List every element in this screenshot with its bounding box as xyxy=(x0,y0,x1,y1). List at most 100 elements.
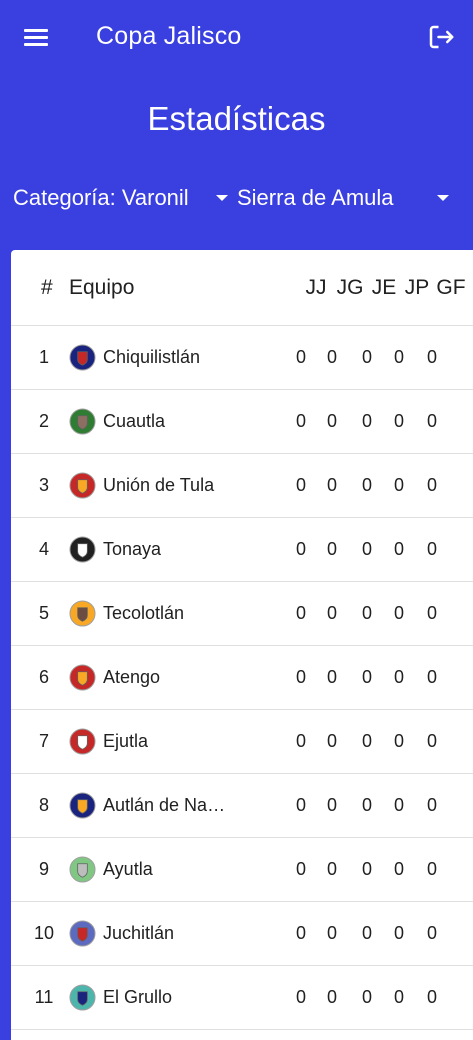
team-name: Chiquilistlán xyxy=(103,347,201,367)
stat-jj: 0 xyxy=(295,475,306,495)
table-row[interactable]: 10 Juchitlán 0 0 0 0 0 xyxy=(11,902,473,966)
filters-bar: Categoría: Varonil Sierra de Amula xyxy=(0,178,473,218)
stat-jg: 0 xyxy=(326,795,337,815)
stat-jj: 0 xyxy=(295,923,306,943)
stat-je: 0 xyxy=(361,987,372,1007)
table-row[interactable]: 1 Chiquilistlán 0 0 0 0 0 xyxy=(11,326,473,390)
row-position: 6 xyxy=(38,667,49,687)
stat-gf: 0 xyxy=(426,475,437,495)
stat-je: 0 xyxy=(361,411,372,431)
stat-gf: 0 xyxy=(426,539,437,559)
stat-jp: 0 xyxy=(393,795,404,815)
stat-je: 0 xyxy=(361,603,372,623)
page-title: Estadísticas xyxy=(147,100,326,137)
stat-jp: 0 xyxy=(393,411,404,431)
table-row[interactable]: 3 Unión de Tula 0 0 0 0 0 xyxy=(11,454,473,518)
stat-jj: 0 xyxy=(295,539,306,559)
row-position: 8 xyxy=(38,795,49,815)
region-value: Sierra de Amula xyxy=(237,185,394,210)
stat-gf: 0 xyxy=(426,667,437,687)
stats-table-card: # Equipo JJ JG JE JP GF 1 Chiquilistlán 0 0… xyxy=(11,250,473,1040)
stat-je: 0 xyxy=(361,475,372,495)
team-crest-icon xyxy=(69,728,96,755)
team-crest-icon xyxy=(69,536,96,563)
row-position: 1 xyxy=(38,347,49,367)
stat-jg: 0 xyxy=(326,603,337,623)
row-position: 11 xyxy=(34,987,54,1007)
stat-jg: 0 xyxy=(326,667,337,687)
stat-jp: 0 xyxy=(393,475,404,495)
table-row[interactable]: 11 El Grullo 0 0 0 0 0 xyxy=(11,966,473,1030)
stat-jg: 0 xyxy=(326,987,337,1007)
stat-jp: 0 xyxy=(393,859,404,879)
stat-je: 0 xyxy=(361,667,372,687)
team-name: Ejutla xyxy=(103,731,149,751)
stat-je: 0 xyxy=(361,923,372,943)
stat-jj: 0 xyxy=(295,411,306,431)
logout-icon xyxy=(429,25,454,49)
stat-jg: 0 xyxy=(326,731,337,751)
stat-gf: 0 xyxy=(426,411,437,431)
table-row[interactable]: 2 Cuautla 0 0 0 0 0 xyxy=(11,390,473,454)
stat-jg: 0 xyxy=(326,923,337,943)
team-name: Ayutla xyxy=(103,859,153,879)
team-name: Juchitlán xyxy=(103,923,175,943)
stat-jp: 0 xyxy=(393,987,404,1007)
stat-jg: 0 xyxy=(326,539,337,559)
stat-gf: 0 xyxy=(426,795,437,815)
stat-gf: 0 xyxy=(426,731,437,751)
table-row[interactable]: 6 Atengo 0 0 0 0 0 xyxy=(11,646,473,710)
table-row[interactable]: 7 Ejutla 0 0 0 0 0 xyxy=(11,710,473,774)
stat-jj: 0 xyxy=(295,347,306,367)
row-position: 10 xyxy=(33,923,55,943)
stat-jj: 0 xyxy=(295,859,306,879)
team-name: Autlán de Na… xyxy=(103,795,226,815)
category-dropdown[interactable]: Categoría: Varonil xyxy=(13,178,235,218)
stat-jp: 0 xyxy=(393,667,404,687)
team-name: Cuautla xyxy=(103,411,166,431)
team-name: Atengo xyxy=(103,667,161,687)
stat-jj: 0 xyxy=(295,987,306,1007)
team-crest-icon xyxy=(69,920,96,947)
app-bar: Copa Jalisco xyxy=(0,0,473,76)
team-crest-icon xyxy=(69,856,96,883)
table-row[interactable]: 4 Tonaya 0 0 0 0 0 xyxy=(11,518,473,582)
stat-jj: 0 xyxy=(295,795,306,815)
table-row[interactable]: 8 Autlán de Na… 0 0 0 0 0 xyxy=(11,774,473,838)
stat-je: 0 xyxy=(361,731,372,751)
stat-je: 0 xyxy=(361,539,372,559)
stat-gf: 0 xyxy=(426,347,437,367)
stat-jj: 0 xyxy=(295,667,306,687)
arrow-drop-down-icon xyxy=(437,195,449,201)
row-position: 3 xyxy=(38,475,49,495)
menu-button[interactable] xyxy=(22,24,52,52)
stat-jp: 0 xyxy=(393,923,404,943)
stat-jj: 0 xyxy=(295,603,306,623)
stat-jp: 0 xyxy=(393,539,404,559)
table-row[interactable]: 5 Tecolotlán 0 0 0 0 0 xyxy=(11,582,473,646)
team-crest-icon xyxy=(69,600,96,627)
team-crest-icon xyxy=(69,984,96,1011)
row-position: 2 xyxy=(38,411,49,431)
stat-je: 0 xyxy=(361,347,372,367)
stat-gf: 0 xyxy=(426,923,437,943)
stat-gf: 0 xyxy=(426,987,437,1007)
team-name: Tonaya xyxy=(103,539,162,559)
row-position: 4 xyxy=(38,539,49,559)
stat-jg: 0 xyxy=(326,859,337,879)
menu-icon xyxy=(24,29,48,32)
row-position: 7 xyxy=(38,731,49,751)
header-position: # xyxy=(41,276,53,299)
stat-je: 0 xyxy=(361,795,372,815)
stat-jj: 0 xyxy=(295,731,306,751)
table-row[interactable]: 9 Ayutla 0 0 0 0 0 xyxy=(11,838,473,902)
stat-gf: 0 xyxy=(426,603,437,623)
stat-gf: 0 xyxy=(426,859,437,879)
team-name: Unión de Tula xyxy=(103,475,215,495)
stat-je: 0 xyxy=(361,859,372,879)
region-dropdown[interactable]: Sierra de Amula xyxy=(237,178,455,218)
stat-jp: 0 xyxy=(393,731,404,751)
logout-button[interactable] xyxy=(426,22,456,52)
table-header: # Equipo JJ JG JE JP GF xyxy=(11,250,473,326)
team-crest-icon xyxy=(69,792,96,819)
